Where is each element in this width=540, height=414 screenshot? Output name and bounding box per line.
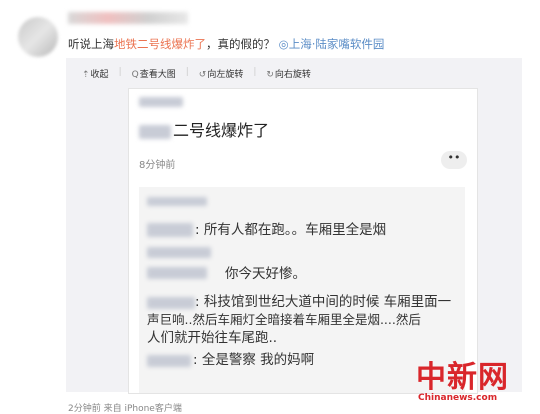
blurred-name: [147, 247, 211, 258]
chinanews-watermark-url: Chinanews.com: [418, 393, 498, 403]
view-large-label: 查看大图: [139, 70, 176, 80]
post-footer: 2分钟前 来自 iPhone客户端: [68, 404, 182, 414]
toolbar-divider: |: [185, 67, 189, 77]
rotate-right-label: 向右旋转: [274, 70, 311, 80]
more-options-icon: ••: [441, 151, 467, 169]
comment-line: : 所有人都在跑。。车厢里全是烟: [195, 222, 387, 238]
rotate-right-icon: ↻: [266, 70, 274, 80]
blurred-header: [147, 197, 207, 206]
comment-line: 你今天好惨。: [225, 266, 306, 282]
attached-screenshot[interactable]: 二号线爆炸了 8分钟前 •• : 所有人都在跑。。车厢里全是烟 你今天好惨。 :…: [128, 88, 478, 394]
toolbar-divider: |: [253, 67, 257, 77]
collapse-button[interactable]: ⇡收起: [82, 67, 109, 80]
rotate-left-label: 向左旋转: [207, 70, 244, 80]
image-viewer-card: ⇡收起 | Q查看大图 | ↺向左旋转 | ↻向右旋转 二号线爆炸了 8分钟前 …: [66, 58, 522, 394]
comment-line: 声巨响..然后车厢灯全暗接着车厢里全是烟....然后: [147, 312, 421, 327]
comment-line: : 全是警察 我的妈啊: [193, 352, 315, 368]
post-highlight-link[interactable]: 地铁二号线爆炸了: [114, 37, 206, 51]
post-prefix: 听说上海: [68, 37, 114, 51]
post-text: 听说上海地铁二号线爆炸了，真的假的？ ◎上海·陆家嘴软件园: [68, 36, 384, 52]
rotate-left-button[interactable]: ↺向左旋转: [199, 67, 244, 80]
collapse-label: 收起: [90, 70, 109, 80]
blurred-text: [139, 124, 171, 139]
screenshot-time: 8分钟前: [139, 160, 176, 171]
comment-line: : 科技馆到世纪大道中间的时候 车厢里面一: [195, 294, 452, 310]
username-blurred[interactable]: [68, 12, 188, 24]
screenshot-title-text: 二号线爆炸了: [173, 121, 270, 140]
blurred-name: [147, 355, 191, 367]
image-toolbar: ⇡收起 | Q查看大图 | ↺向左旋转 | ↻向右旋转: [82, 67, 311, 80]
collapse-icon: ⇡: [82, 70, 90, 80]
rotate-right-button[interactable]: ↻向右旋转: [266, 67, 311, 80]
screenshot-title: 二号线爆炸了: [139, 117, 269, 141]
blurred-name: [147, 297, 195, 309]
rotate-left-icon: ↺: [198, 70, 207, 80]
search-icon: Q: [131, 70, 139, 80]
view-large-button[interactable]: Q查看大图: [132, 67, 176, 80]
location-link[interactable]: ◎上海·陆家嘴软件园: [279, 37, 385, 51]
toolbar-divider: |: [118, 67, 122, 77]
chinanews-watermark: 中新网: [416, 360, 509, 395]
blurred-name: [147, 223, 193, 237]
post-suffix: ，真的假的？: [206, 37, 275, 51]
blurred-name: [147, 267, 207, 279]
comment-line: 人们就开始往车尾跑..: [147, 330, 278, 346]
avatar[interactable]: [18, 17, 58, 57]
blurred-name: [139, 97, 183, 107]
